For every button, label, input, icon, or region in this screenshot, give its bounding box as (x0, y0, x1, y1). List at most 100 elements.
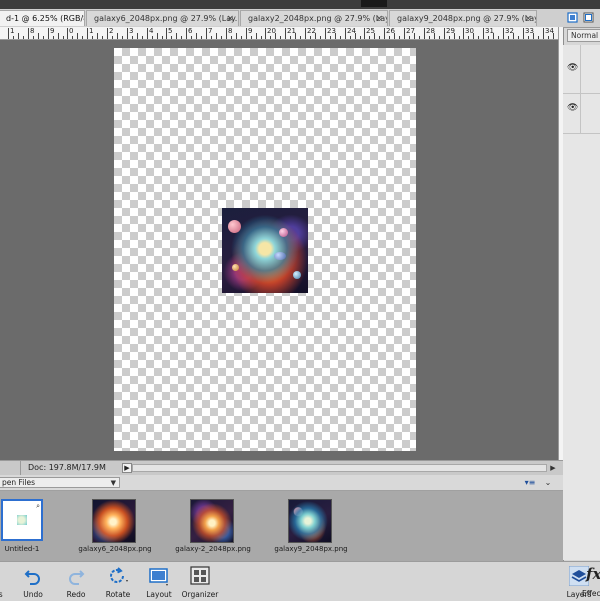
new-layer-icon[interactable] (567, 12, 578, 23)
ruler-tick (186, 28, 187, 39)
thumbnail-label: galaxy-2_2048px.png (175, 545, 251, 553)
ruler-number: 7 (208, 27, 213, 35)
ruler-number: 1 (10, 27, 15, 35)
layout-button[interactable]: Layout (137, 564, 181, 600)
ruler-tick (463, 28, 464, 39)
ruler-tick (305, 28, 306, 39)
ruler-tick (201, 36, 202, 39)
ruler-tick (251, 36, 252, 39)
thumbnail[interactable]: ⌕ (1, 499, 43, 541)
tab-galaxy9[interactable]: galaxy9_2048px.png @ 27.9% (Lay... × (389, 10, 537, 26)
planet-shape (274, 252, 286, 260)
status-zoom-box[interactable] (0, 461, 21, 475)
tab-galaxy2[interactable]: galaxy2_2048px.png @ 27.9% (Lay... × (240, 10, 388, 26)
layer-row[interactable]: 👁 (563, 85, 600, 134)
ruler-tick (270, 36, 271, 39)
galaxy-image-layer[interactable] (222, 208, 308, 293)
ruler-tick (181, 36, 182, 39)
bottom-taskbar: ons Undo Redo Rotate Layout (0, 561, 563, 601)
ruler-tick (33, 36, 34, 39)
ruler-tick (13, 36, 14, 39)
ruler-tick (132, 36, 133, 39)
bin-options-menu-icon[interactable]: ▾≡ (523, 477, 537, 488)
organizer-icon (190, 566, 210, 585)
redo-button[interactable]: Redo (54, 564, 98, 600)
button-label: Undo (23, 590, 43, 599)
chevron-down-icon[interactable]: ⌄ (541, 477, 555, 488)
ruler-number: 30 (465, 27, 474, 35)
undo-button[interactable]: Undo (11, 564, 55, 600)
ruler-tick (152, 36, 153, 39)
status-bar: Doc: 197.8M/17.9M ▶ ▶ (0, 460, 563, 476)
ruler-tick (107, 28, 108, 39)
ruler-tick (117, 33, 118, 39)
ruler-tick (399, 36, 400, 39)
ruler-number: 5 (168, 27, 173, 35)
ruler-tick (503, 28, 504, 39)
ruler-tick (419, 36, 420, 39)
divider (580, 85, 581, 133)
ruler-tick (191, 36, 192, 39)
effects-button[interactable]: fx Effec (582, 563, 600, 600)
ruler-tick (112, 36, 113, 39)
ruler-tick (498, 36, 499, 39)
organizer-button[interactable]: Organizer (178, 564, 222, 600)
ruler-tick (72, 36, 73, 39)
horizontal-scrollbar[interactable] (132, 464, 547, 472)
bin-item-galaxy6[interactable]: galaxy6_2048px.png (74, 491, 154, 561)
ruler-tick (459, 36, 460, 39)
eye-icon[interactable]: 👁 (567, 103, 578, 113)
scroll-right-arrow-icon[interactable]: ▶ (548, 463, 558, 473)
tab-untitled-1[interactable]: d-1 @ 6.25% (RGB/8) * (0, 10, 85, 26)
thumbnail[interactable] (288, 499, 332, 543)
chevron-down-icon: ▼ (110, 479, 116, 487)
ruler-tick (280, 36, 281, 39)
magnify-icon: ⌕ (36, 502, 40, 510)
thumbnail[interactable] (190, 499, 234, 543)
horizontal-ruler[interactable]: 1 8 9 0 1 2 3 4 5 6 7 8 9 20 21 22 23 24 25 26 27 28 29 30 31 32 3… (0, 27, 558, 40)
ruler-tick (82, 36, 83, 39)
ruler-tick (171, 36, 172, 39)
new-group-icon[interactable] (583, 12, 594, 23)
ruler-number: 3 (129, 27, 134, 35)
close-icon[interactable]: × (226, 11, 234, 26)
ruler-tick (429, 36, 430, 39)
ruler-number: 9 (50, 27, 55, 35)
ruler-tick (439, 36, 440, 39)
ruler-tick (369, 36, 370, 39)
ruler-tick (166, 28, 167, 39)
ruler-number: 0 (69, 27, 74, 35)
eye-icon[interactable]: 👁 (567, 63, 578, 73)
ruler-number: 23 (327, 27, 336, 35)
rotate-icon (110, 567, 128, 583)
rotate-button[interactable]: Rotate (96, 564, 140, 600)
ruler-tick (102, 36, 103, 39)
thumbnail-label: galaxy6_2048px.png (78, 545, 152, 553)
photo-bin-source-select[interactable]: pen Files ▼ (0, 477, 120, 488)
bin-item-galaxy-2[interactable]: galaxy-2_2048px.png (172, 491, 252, 561)
document-size-info: Doc: 197.8M/17.9M (28, 463, 106, 472)
ruler-number: 20 (267, 27, 276, 35)
blend-mode-select[interactable]: Normal (567, 29, 600, 42)
layout-icon (149, 568, 168, 586)
ruler-tick (221, 36, 222, 39)
close-icon[interactable]: × (524, 11, 532, 26)
ruler-tick (122, 36, 123, 39)
button-label: Rotate (105, 590, 131, 599)
ruler-tick (310, 36, 311, 39)
bin-item-galaxy9[interactable]: galaxy9_2048px.png (270, 491, 350, 561)
photo-bin: ⌕ Untitled-1 galaxy6_2048px.png galaxy-2… (0, 491, 563, 561)
button-label: Redo (66, 590, 86, 599)
ruler-number: 8 (228, 27, 233, 35)
ruler-tick (92, 36, 93, 39)
ruler-number: 32 (505, 27, 514, 35)
thumbnail[interactable] (92, 499, 136, 543)
close-icon[interactable]: × (375, 11, 383, 26)
ruler-number: 27 (406, 27, 415, 35)
tab-galaxy6[interactable]: galaxy6_2048px.png @ 27.9% (Lay... × (86, 10, 239, 26)
ruler-tick (350, 36, 351, 39)
ruler-tick (176, 33, 177, 39)
ruler-tick (404, 28, 405, 39)
bin-item-untitled-1[interactable]: ⌕ Untitled-1 (0, 491, 56, 561)
status-menu-arrow-icon[interactable]: ▶ (122, 463, 132, 473)
